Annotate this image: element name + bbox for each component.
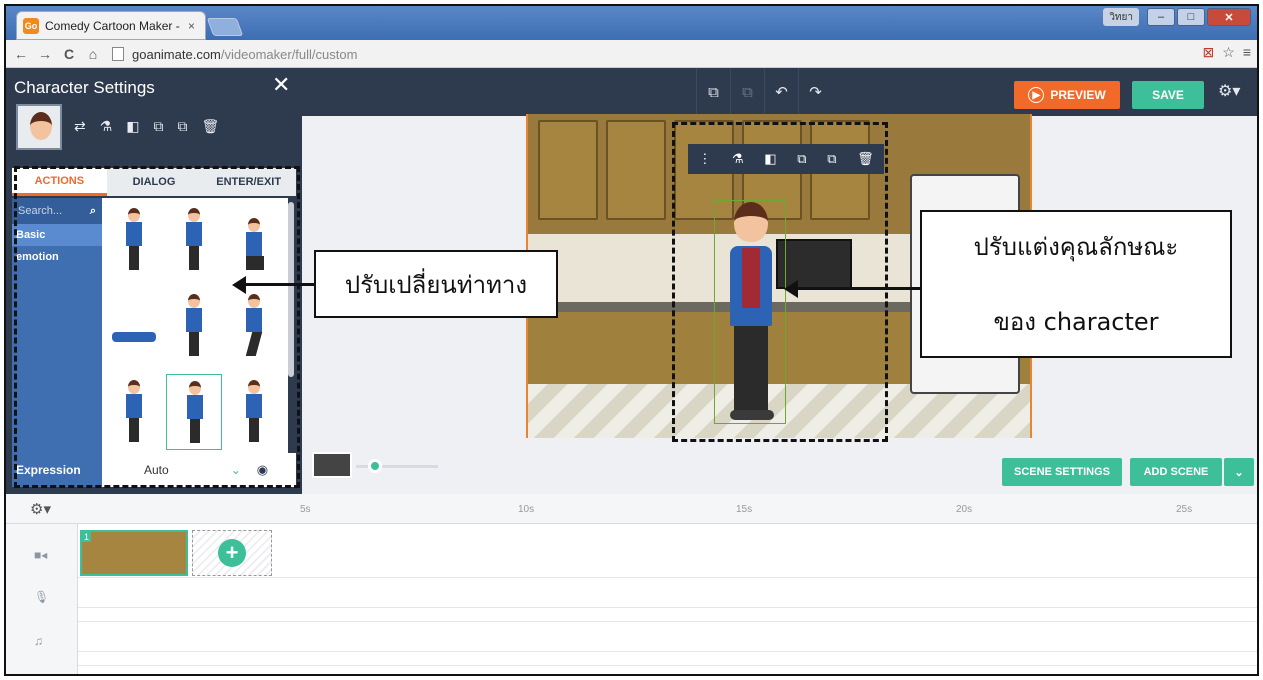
callout-arrow-left <box>244 283 314 286</box>
undo-icon[interactable]: ↶ <box>764 68 798 116</box>
tab-close-icon[interactable]: × <box>188 19 195 33</box>
address-bar[interactable]: goanimate.com/videomaker/full/custom <box>112 43 1222 65</box>
panel-tools: ⇄ ⚗ ◧ ⧉ ⧉ 🗑 <box>74 118 219 135</box>
panel-title: Character Settings <box>14 78 155 97</box>
paste-icon[interactable]: ⧉ <box>178 118 188 135</box>
zoom-slider-handle[interactable] <box>368 459 382 473</box>
callout-customize-character: ปรับแต่งคุณลักษณะ ของ character <box>920 210 1232 358</box>
custom-icon[interactable]: ⚗ <box>100 118 113 135</box>
delete-icon[interactable]: 🗑 <box>202 118 220 135</box>
timeline-gear-icon[interactable]: ⚙▾ <box>30 500 51 518</box>
add-scene-slot[interactable]: + <box>192 530 272 576</box>
voice-track-icon: 🎙 <box>34 590 50 604</box>
timeline: ⚙▾ 5s 10s 15s 20s 25s ■◂ 🎙 ♫ 1 + <box>6 494 1257 674</box>
new-tab-button[interactable] <box>206 18 244 36</box>
back-icon[interactable]: ← <box>12 46 30 62</box>
voice-track <box>78 578 1257 608</box>
cabinet-door <box>538 120 598 220</box>
play-icon: ▶ <box>1028 87 1045 103</box>
goanimate-favicon-icon: Go <box>23 17 39 34</box>
tick-25s: 25s <box>1176 504 1193 515</box>
character-avatar[interactable] <box>16 104 62 150</box>
callout-line-2: ของ character <box>993 308 1159 336</box>
extension-icon[interactable]: ⊠ <box>1203 44 1215 61</box>
swap-character-icon[interactable]: ⇄ <box>74 118 86 135</box>
header-tools: ⧉ ⧉ ↶ ↷ <box>696 68 832 116</box>
tick-10s: 10s <box>518 504 535 515</box>
copy-icon[interactable]: ⧉ <box>154 118 164 135</box>
redo-icon[interactable]: ↷ <box>798 68 832 116</box>
window-controls: วิทยา – □ ✕ <box>1103 8 1251 26</box>
url-host: goanimate.com <box>132 46 221 62</box>
preview-label: PREVIEW <box>1050 88 1106 102</box>
reload-icon[interactable]: C <box>60 46 78 62</box>
timeline-ruler: ⚙▾ 5s 10s 15s 20s 25s <box>6 494 1257 524</box>
annotation-dashed-box-actions <box>14 166 300 488</box>
music-track-2 <box>78 652 1257 666</box>
settings-gear-icon[interactable]: ⚙▾ <box>1218 81 1240 101</box>
copy-icon[interactable]: ⧉ <box>696 68 730 116</box>
forward-icon[interactable]: → <box>36 46 54 62</box>
arrowhead-left <box>232 276 246 294</box>
tab-title: Comedy Cartoon Maker - <box>45 18 180 33</box>
maximize-button[interactable]: □ <box>1177 8 1205 26</box>
music-track <box>78 622 1257 652</box>
browser-tab[interactable]: Go Comedy Cartoon Maker - × <box>16 11 206 40</box>
toolbar-right-icons: ⊠ ☆ ≡ <box>1203 44 1251 61</box>
add-scene-button[interactable]: ADD SCENE <box>1130 458 1222 486</box>
scene-number: 1 <box>82 532 92 542</box>
menu-icon[interactable]: ≡ <box>1243 44 1251 61</box>
preview-button[interactable]: ▶ PREVIEW <box>1014 81 1120 109</box>
callout-line-1: ปรับแต่งคุณลักษณะ <box>973 233 1179 261</box>
tick-15s: 15s <box>736 504 753 515</box>
url-path: /videomaker/full/custom <box>220 46 358 62</box>
bookmark-star-icon[interactable]: ☆ <box>1222 44 1235 61</box>
voice-track-2 <box>78 608 1257 622</box>
zoom-toggle[interactable] <box>312 452 352 478</box>
screenshot-frame: Go Comedy Cartoon Maker - × วิทยา – □ ✕ … <box>4 4 1259 676</box>
scene-thumbnail[interactable]: 1 <box>80 530 188 576</box>
callout-arrow-right <box>796 287 920 290</box>
add-scene-dropdown-icon[interactable]: ⌄ <box>1224 458 1254 486</box>
tick-5s: 5s <box>300 504 311 515</box>
page-icon <box>112 47 124 61</box>
avatar-head <box>30 112 52 140</box>
video-track-icon: ■◂ <box>34 548 48 562</box>
add-icon[interactable]: + <box>218 539 246 567</box>
annotation-dashed-box-character <box>672 122 888 442</box>
flip-icon[interactable]: ◧ <box>126 118 139 135</box>
cabinet-door <box>606 120 666 220</box>
arrowhead-right <box>784 280 798 298</box>
save-button[interactable]: SAVE <box>1132 81 1204 109</box>
callout-change-pose: ปรับเปลี่ยนท่าทาง <box>314 250 558 318</box>
browser-toolbar: ← → C ⌂ goanimate.com/videomaker/full/cu… <box>6 40 1257 68</box>
tick-20s: 20s <box>956 504 973 515</box>
close-window-button[interactable]: ✕ <box>1207 8 1251 26</box>
browser-titlebar: Go Comedy Cartoon Maker - × วิทยา – □ ✕ <box>6 6 1257 40</box>
profile-badge[interactable]: วิทยา <box>1103 8 1139 26</box>
minimize-button[interactable]: – <box>1147 8 1175 26</box>
close-icon[interactable]: ✕ <box>272 72 290 98</box>
track-headers: ■◂ 🎙 ♫ <box>6 524 78 674</box>
home-icon[interactable]: ⌂ <box>84 46 102 62</box>
paste-icon[interactable]: ⧉ <box>730 68 764 116</box>
scene-settings-button[interactable]: SCENE SETTINGS <box>1002 458 1122 486</box>
music-track-icon: ♫ <box>34 634 43 648</box>
